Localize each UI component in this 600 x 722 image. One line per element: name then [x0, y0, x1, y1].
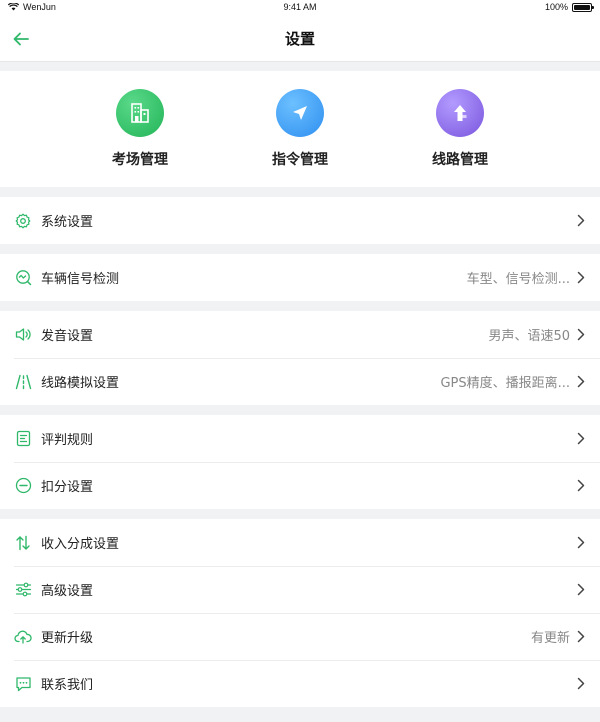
- cloud-upload-icon: [14, 628, 32, 646]
- status-time: 9:41 AM: [283, 2, 317, 12]
- row-deduction-settings[interactable]: 扣分设置: [0, 462, 600, 509]
- quick-label: 考场管理: [112, 152, 168, 168]
- chevron-right-icon: [576, 536, 586, 550]
- row-value: 车型、信号检测...: [466, 272, 570, 287]
- battery-percent: 100%: [544, 2, 568, 12]
- document-icon: [14, 430, 32, 448]
- row-value: 有更新: [530, 631, 570, 646]
- quick-label: 线路管理: [432, 152, 488, 168]
- row-label: 系统设置: [41, 215, 94, 230]
- page-title: 设置: [284, 30, 315, 48]
- speaker-icon: [14, 326, 32, 344]
- quick-route[interactable]: 线路管理: [410, 89, 510, 169]
- chevron-right-icon: [576, 271, 586, 285]
- quick-actions: 考场管理 指令管理 线路管理: [0, 71, 600, 187]
- row-label: 高级设置: [41, 584, 94, 599]
- chevron-right-icon: [576, 328, 586, 342]
- row-route-simulation[interactable]: 线路模拟设置 GPS精度、播报距离...: [0, 358, 600, 405]
- route-arrow-icon: [436, 89, 484, 137]
- quick-exam-venue[interactable]: 考场管理: [90, 89, 190, 169]
- navigation-icon: [276, 89, 324, 137]
- row-label: 收入分成设置: [41, 537, 120, 552]
- settings-group: 车辆信号检测 车型、信号检测...: [0, 254, 600, 301]
- sliders-icon: [14, 581, 32, 599]
- chevron-right-icon: [576, 375, 586, 389]
- chevron-right-icon: [576, 214, 586, 228]
- settings-group: 评判规则 扣分设置: [0, 415, 600, 509]
- chat-icon: [14, 675, 32, 693]
- road-icon: [14, 373, 32, 391]
- row-label: 发音设置: [41, 329, 94, 344]
- row-contact-us[interactable]: 联系我们: [0, 660, 600, 707]
- quick-command[interactable]: 指令管理: [250, 89, 350, 169]
- row-value: GPS精度、播报距离...: [440, 376, 570, 391]
- row-label: 评判规则: [41, 433, 94, 448]
- status-bar: WenJun 9:41 AM 100%: [0, 0, 600, 16]
- quick-label: 指令管理: [272, 152, 328, 168]
- chevron-right-icon: [576, 630, 586, 644]
- row-income-split[interactable]: 收入分成设置: [0, 519, 600, 566]
- minus-circle-icon: [14, 477, 32, 495]
- building-icon: [116, 89, 164, 137]
- row-value: 男声、语速50: [488, 329, 570, 344]
- status-right: 100%: [544, 2, 594, 12]
- split-arrows-icon: [14, 534, 32, 552]
- row-judging-rules[interactable]: 评判规则: [0, 415, 600, 462]
- row-voice-settings[interactable]: 发音设置 男声、语速50: [0, 311, 600, 358]
- settings-group: 收入分成设置 高级设置 更新升级 有更新 联系我们: [0, 519, 600, 707]
- chevron-right-icon: [576, 432, 586, 446]
- row-system-settings[interactable]: 系统设置: [0, 197, 600, 244]
- settings-group: 发音设置 男声、语速50 线路模拟设置 GPS精度、播报距离...: [0, 311, 600, 405]
- row-label: 扣分设置: [41, 480, 94, 495]
- nav-bar: 设置: [0, 16, 600, 62]
- battery-icon: [572, 2, 594, 12]
- row-advanced-settings[interactable]: 高级设置: [0, 566, 600, 613]
- chevron-right-icon: [576, 583, 586, 597]
- chevron-right-icon: [576, 479, 586, 493]
- row-label: 线路模拟设置: [41, 376, 120, 391]
- row-update-upgrade[interactable]: 更新升级 有更新: [0, 613, 600, 660]
- row-label: 车辆信号检测: [41, 272, 120, 287]
- settings-group: 系统设置: [0, 197, 600, 244]
- row-vehicle-signal[interactable]: 车辆信号检测 车型、信号检测...: [0, 254, 600, 301]
- signal-check-icon: [14, 269, 32, 287]
- row-label: 更新升级: [41, 631, 94, 646]
- chevron-right-icon: [576, 677, 586, 691]
- row-label: 联系我们: [41, 678, 94, 693]
- gear-icon: [14, 212, 32, 230]
